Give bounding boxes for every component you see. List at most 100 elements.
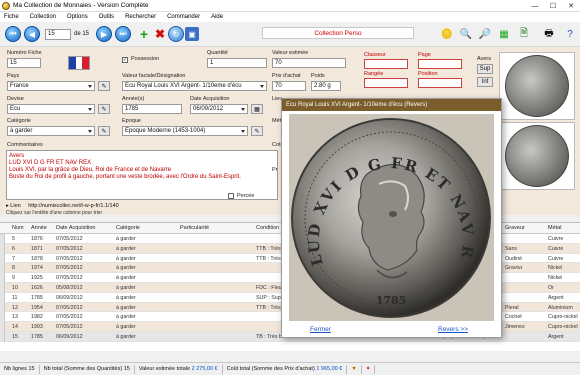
table-cell-date: 07/05/2012 — [56, 275, 83, 282]
col-particularite[interactable]: Particularité — [180, 225, 209, 231]
row-selector[interactable] — [0, 332, 5, 342]
devise-select[interactable]: Ecu — [7, 104, 95, 114]
edit-epoque-icon[interactable]: ✎ — [251, 126, 263, 136]
help-icon[interactable]: ? — [562, 26, 578, 42]
epoque-select[interactable]: Epoque Moderne (1453-1004) — [122, 126, 248, 136]
toolbar: ⏮ ◀ 15 de 15 ▶ ⏭ + ✖ ↻ ▣ Collection Pers… — [0, 22, 580, 47]
menu-commander[interactable]: Commander — [167, 14, 200, 20]
table-cell-num: 11 — [12, 294, 18, 301]
col-condition[interactable]: Condition — [256, 225, 279, 231]
edit-devise-icon[interactable]: ✎ — [98, 104, 110, 114]
close-button[interactable]: ✕ — [562, 0, 580, 12]
comment-line: Louis XVI, par la grâce de Dieu, Roi de … — [9, 167, 172, 173]
table-cell-metal: Argent — [548, 334, 564, 340]
prix-achat-field[interactable]: 70 — [272, 81, 306, 91]
row-selector[interactable] — [0, 234, 5, 244]
table-cell-graveur: Oudiné — [505, 255, 523, 262]
previous-record-button[interactable]: ◀ — [24, 26, 40, 42]
menu-options[interactable]: Options — [67, 14, 88, 20]
col-categorie[interactable]: Catégorie — [116, 225, 140, 231]
table-cell-graveur: Cochet — [505, 314, 522, 321]
edit-categorie-icon[interactable]: ✎ — [98, 126, 110, 136]
add-record-icon[interactable]: + — [136, 26, 152, 42]
edit-pays-icon[interactable]: ✎ — [98, 81, 110, 91]
close-popup-link[interactable]: Fermer — [310, 326, 331, 333]
coin-icon[interactable]: 🪙 — [439, 26, 455, 42]
col-num[interactable]: Num — [12, 225, 24, 231]
calendar-icon[interactable]: ▦ — [251, 104, 263, 114]
table-cell-metal: Cupro-nickel — [548, 314, 578, 321]
zoom-icon[interactable]: 🔎 — [477, 26, 493, 42]
table-cell-date: 06/09/2012 — [56, 334, 83, 340]
filter-icon[interactable]: ▼ — [347, 364, 362, 374]
valeur-estimee-field[interactable]: 70 — [272, 58, 346, 68]
col-metal[interactable]: Métal — [548, 225, 561, 231]
record-number-input[interactable]: 15 — [45, 29, 71, 40]
search-icon[interactable]: 🔍 — [458, 26, 474, 42]
nb-lignes-label: Nb lignes 15 — [0, 364, 40, 374]
menu-fiche[interactable]: Fiche — [4, 14, 19, 20]
table-cell-annee: 1871 — [31, 245, 43, 252]
next-face-link[interactable]: Revers >> — [438, 326, 468, 333]
quantite-field[interactable]: 1 — [207, 58, 267, 68]
pin-icon[interactable]: ✦ — [362, 364, 376, 374]
page-field[interactable] — [418, 59, 462, 69]
annee-field[interactable]: 1785 — [122, 104, 182, 114]
avers-up-button[interactable]: Sup — [477, 64, 493, 74]
numero-fiche-field[interactable]: 15 — [7, 58, 41, 68]
first-record-button[interactable]: ⏮ — [5, 26, 21, 42]
row-selector[interactable] — [0, 243, 5, 254]
poids-field[interactable]: 2.80 g — [311, 81, 341, 91]
grid-icon[interactable]: ▦ — [496, 26, 512, 42]
lien-url[interactable]: http://numiscollec.net/t-w-p-fr/1.1/140 — [28, 203, 118, 209]
maximize-button[interactable]: ☐ — [544, 0, 562, 12]
classeur-field[interactable] — [364, 59, 408, 69]
table-cell-metal: Cuivre — [548, 236, 564, 242]
print-icon[interactable]: 🖶 — [541, 26, 557, 42]
table-cell-metal: Cuivre — [548, 255, 564, 262]
quantite-label: Quantité — [207, 50, 228, 56]
row-selector[interactable] — [0, 322, 5, 332]
table-cell-date: 07/05/2012 — [56, 314, 83, 321]
revers-thumbnail-frame[interactable] — [499, 122, 575, 190]
comment-line: LUD XVI D G FR ET NAV REX — [9, 160, 92, 166]
next-record-button[interactable]: ▶ — [96, 26, 112, 42]
row-selector[interactable] — [0, 273, 5, 283]
row-selector[interactable] — [0, 292, 5, 303]
popup-title: Ecu Royal Louis XVI Argent- 1/10eme d'éc… — [282, 99, 501, 111]
percee-checkbox[interactable] — [228, 193, 234, 199]
save-icon[interactable]: ▣ — [185, 27, 199, 41]
col-date-acquisition[interactable]: Date Acquisition — [56, 225, 95, 231]
table-cell-metal: Aluminium — [548, 304, 573, 311]
menu-outils[interactable]: Outils — [99, 14, 114, 20]
minimize-button[interactable]: — — [526, 0, 544, 12]
rangee-field[interactable] — [364, 78, 408, 88]
table-cell-num: 8 — [12, 265, 15, 272]
menu-aide[interactable]: Aide — [211, 14, 223, 20]
table-cell-num: 12 — [12, 304, 18, 311]
row-selector[interactable] — [0, 253, 5, 264]
col-graveur[interactable]: Graveur — [505, 225, 525, 231]
row-selector[interactable] — [0, 302, 5, 313]
delete-record-icon[interactable]: ✖ — [152, 26, 168, 42]
table-cell-num: 14 — [12, 324, 18, 331]
table-cell-cat: à garder — [116, 334, 136, 340]
row-selector[interactable] — [0, 283, 5, 293]
categorie-select[interactable]: à garder — [7, 126, 95, 136]
sync-icon[interactable]: ↻ — [168, 26, 184, 42]
row-selector[interactable] — [0, 312, 5, 323]
last-record-button[interactable]: ⏭ — [115, 26, 131, 42]
valeur-faciale-select[interactable]: Ecu Royal Louis XVI Argent- 1/10eme d'éc… — [122, 81, 267, 91]
row-selector[interactable] — [0, 263, 5, 274]
avers-down-button[interactable]: Inf — [477, 77, 493, 87]
excel-export-icon[interactable]: 🗎 — [516, 26, 532, 42]
col-annee[interactable]: Année — [31, 225, 47, 231]
menu-bar: Fiche Collection Options Outils Recherch… — [0, 12, 580, 22]
avers-thumbnail-frame[interactable] — [499, 52, 575, 120]
pays-select[interactable]: France — [7, 81, 95, 91]
menu-rechercher[interactable]: Rechercher — [125, 14, 156, 20]
date-acquisition-field[interactable]: 06/09/2012 — [190, 104, 248, 114]
menu-collection[interactable]: Collection — [30, 14, 56, 20]
position-field[interactable] — [418, 78, 462, 88]
possession-checkbox[interactable]: ✓ — [122, 57, 128, 63]
